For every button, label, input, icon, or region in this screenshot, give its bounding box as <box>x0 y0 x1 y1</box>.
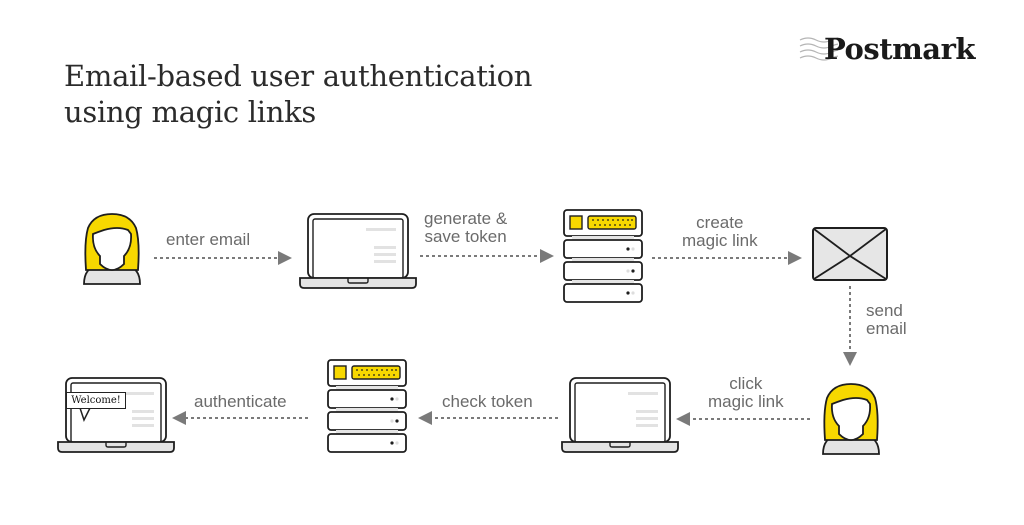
laptop-icon <box>561 377 679 453</box>
arrowhead-left <box>676 412 690 426</box>
step-label-create-link: create magic link <box>682 213 758 250</box>
arrowhead-left <box>418 411 432 425</box>
arrowhead-right <box>278 251 292 265</box>
user-icon <box>822 383 880 455</box>
laptop-icon <box>57 377 175 453</box>
server-icon <box>327 359 407 453</box>
welcome-badge: Welcome! <box>66 392 126 409</box>
step-label-enter-email: enter email <box>166 230 251 249</box>
server-icon <box>563 209 643 303</box>
step-label-save-token: generate & save token <box>424 209 508 246</box>
arrowhead-right <box>788 251 802 265</box>
arrowhead-down <box>843 352 857 366</box>
envelope-icon <box>812 227 888 281</box>
step-label-check-token: check token <box>442 392 533 411</box>
arrowhead-right <box>540 249 554 263</box>
step-label-click-link: click magic link <box>708 374 784 411</box>
arrowhead-left <box>172 411 186 425</box>
step-label-authenticate: authenticate <box>194 392 287 411</box>
user-icon <box>83 213 141 285</box>
step-label-send-email: send email <box>866 301 907 338</box>
laptop-icon <box>299 213 417 289</box>
flow-diagram <box>57 209 888 455</box>
